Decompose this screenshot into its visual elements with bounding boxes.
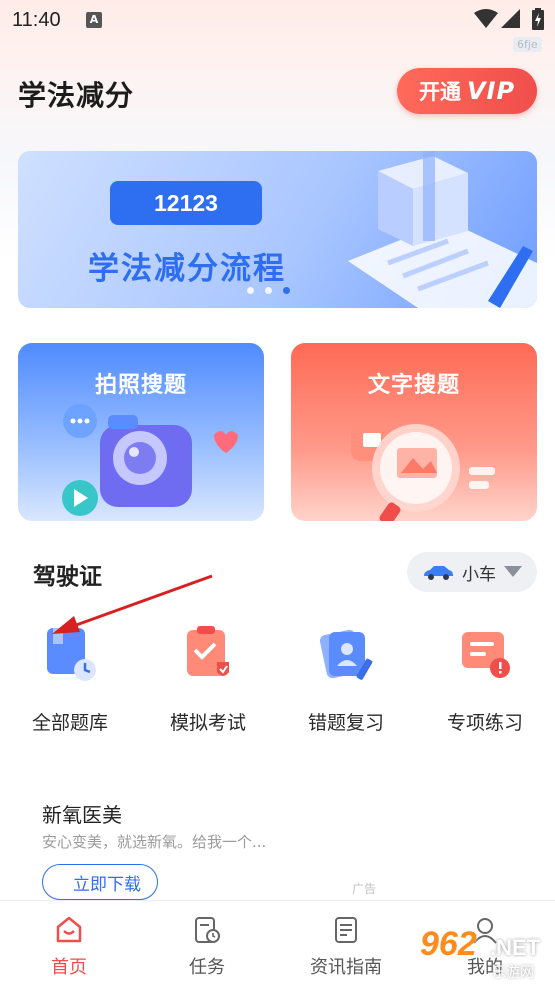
notification-icon: A bbox=[86, 12, 102, 28]
promo-banner[interactable]: 12123 学法减分流程 bbox=[18, 151, 537, 308]
ad-title[interactable]: 新氧医美 bbox=[42, 799, 122, 828]
signal-icon bbox=[501, 9, 520, 28]
document-icon bbox=[335, 917, 357, 943]
vehicle-type-label: 小车 bbox=[462, 564, 496, 585]
tab-news-guide-label: 资讯指南 bbox=[310, 957, 382, 978]
status-bar: 11:40 A bbox=[0, 0, 555, 38]
site-watermark-brand: 962 bbox=[420, 925, 477, 963]
site-watermark-tld: .NET bbox=[490, 935, 541, 960]
chevron-down-icon bbox=[504, 566, 522, 577]
site-watermark-logo: 962 .NET 乐游网 bbox=[420, 925, 555, 985]
banner-number: 12123 bbox=[110, 181, 262, 225]
tab-home-label: 首页 bbox=[51, 957, 87, 978]
site-watermark-sub: 乐游网 bbox=[492, 965, 534, 981]
special-practice-label: 专项练习 bbox=[446, 712, 523, 734]
ad-download-button[interactable]: 立即下载 bbox=[42, 864, 158, 900]
review-card-icon bbox=[319, 629, 373, 680]
wifi-icon bbox=[474, 9, 498, 28]
camera-icon bbox=[62, 404, 238, 516]
pagination-dot[interactable] bbox=[247, 287, 254, 294]
watermark-tag: 6fje bbox=[513, 37, 542, 52]
wrong-review-button[interactable]: 错题复习 bbox=[286, 622, 406, 735]
battery-icon bbox=[532, 8, 544, 30]
task-icon bbox=[195, 917, 220, 943]
open-vip-button[interactable]: 开通 VIP bbox=[397, 68, 537, 114]
special-practice-button[interactable]: 专项练习 bbox=[425, 622, 545, 735]
vehicle-type-select[interactable]: 小车 bbox=[407, 552, 537, 592]
tab-tasks[interactable]: 任务 bbox=[152, 915, 262, 979]
all-questions-label: 全部题库 bbox=[31, 712, 108, 734]
magnifier-icon bbox=[351, 421, 495, 521]
annotation-arrow bbox=[52, 574, 213, 634]
page-title: 学法减分 bbox=[18, 79, 135, 112]
vip-label: VIP bbox=[466, 77, 516, 105]
car-icon bbox=[424, 566, 453, 580]
tab-home[interactable]: 首页 bbox=[14, 915, 124, 979]
ad-tag: 广告 bbox=[352, 882, 377, 896]
home-icon bbox=[56, 916, 82, 943]
mock-exam-label: 模拟考试 bbox=[169, 712, 246, 734]
banner-pagination[interactable] bbox=[247, 287, 290, 294]
status-time: 11:40 bbox=[12, 9, 61, 31]
tab-tasks-label: 任务 bbox=[189, 957, 225, 978]
text-search-card[interactable]: 文字搜题 bbox=[291, 343, 537, 521]
ad-description: 安心变美，就选新氧。给我一个... bbox=[42, 833, 267, 851]
banner-title: 学法减分流程 bbox=[88, 251, 286, 287]
practice-card-icon bbox=[462, 632, 510, 678]
pagination-dot-active[interactable] bbox=[283, 287, 290, 294]
pagination-dot[interactable] bbox=[265, 287, 272, 294]
photo-search-card[interactable]: 拍照搜题 bbox=[18, 343, 264, 521]
vip-prefix-label: 开通 bbox=[418, 80, 461, 104]
wrong-review-label: 错题复习 bbox=[307, 712, 384, 734]
tab-news-guide[interactable]: 资讯指南 bbox=[291, 915, 401, 979]
